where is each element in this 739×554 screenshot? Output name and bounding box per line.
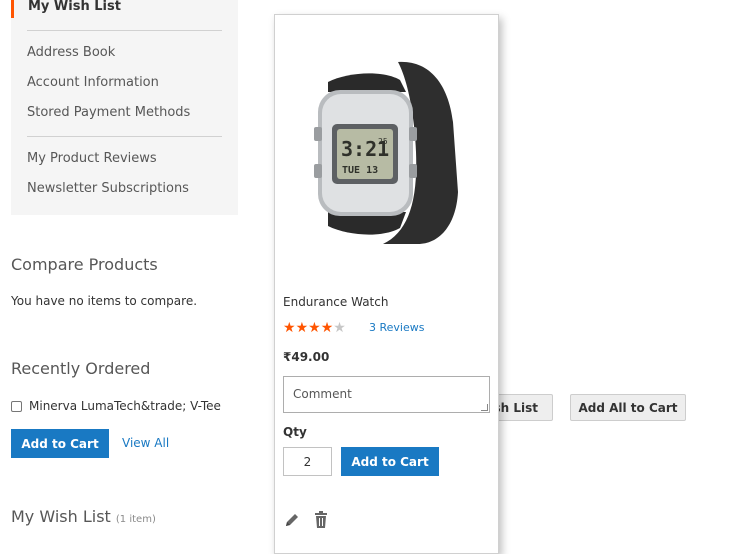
nav-item-newsletter-subscriptions[interactable]: Newsletter Subscriptions [27,181,189,196]
reviews-link[interactable]: 3 Reviews [369,321,424,334]
edit-icon[interactable] [284,512,300,528]
watch-date-text: TUE 13 [342,165,378,176]
star-icon: ★ [308,320,321,336]
nav-item-current-wishlist: My Wish List [11,0,238,18]
trash-icon[interactable] [314,511,328,528]
nav-divider [27,136,222,137]
star-icon: ★ [295,320,309,336]
recently-ordered-title: Recently Ordered [11,359,151,378]
wishlist-block-title-text: My Wish List [11,507,111,526]
qty-input[interactable]: 2 [283,447,332,476]
star-icon: ★ [320,320,334,336]
resize-grip-icon[interactable] [481,404,488,411]
star-icon: ★ [283,320,296,336]
compare-empty-text: You have no items to compare. [11,294,198,308]
product-add-to-cart-button[interactable]: Add to Cart [341,447,439,476]
wishlist-count: (1 item) [115,514,156,525]
recently-ordered-add-to-cart-button[interactable]: Add to Cart [11,429,109,458]
recently-ordered-view-all-link[interactable]: View All [122,436,169,450]
nav-item-account-information[interactable]: Account Information [27,75,159,90]
comment-placeholder: Comment [293,387,352,401]
nav-item-current-label: My Wish List [28,0,121,14]
qty-label: Qty [283,425,307,439]
recently-ordered-item: Minerva LumaTech&trade; V-Tee [29,399,221,413]
nav-item-address-book[interactable]: Address Book [27,45,115,60]
product-price: ₹49.00 [283,350,330,364]
star-half-icon: ★ [333,320,346,336]
watch-seconds-text: 25 [378,137,388,146]
recently-ordered-checkbox[interactable] [11,401,22,412]
add-all-to-cart-button[interactable]: Add All to Cart [570,394,686,421]
product-name-link[interactable]: Endurance Watch [283,295,388,309]
rating-stars: ★★★★★ [283,320,346,336]
wishlist-block-title: My Wish List (1 item) [11,507,156,526]
compare-title: Compare Products [11,255,158,274]
nav-divider [27,30,222,31]
nav-item-stored-payment-methods[interactable]: Stored Payment Methods [27,105,190,120]
nav-item-product-reviews[interactable]: My Product Reviews [27,151,157,166]
comment-textarea[interactable]: Comment [283,376,490,413]
product-image[interactable]: 3:21 25 TUE 13 [288,52,488,252]
